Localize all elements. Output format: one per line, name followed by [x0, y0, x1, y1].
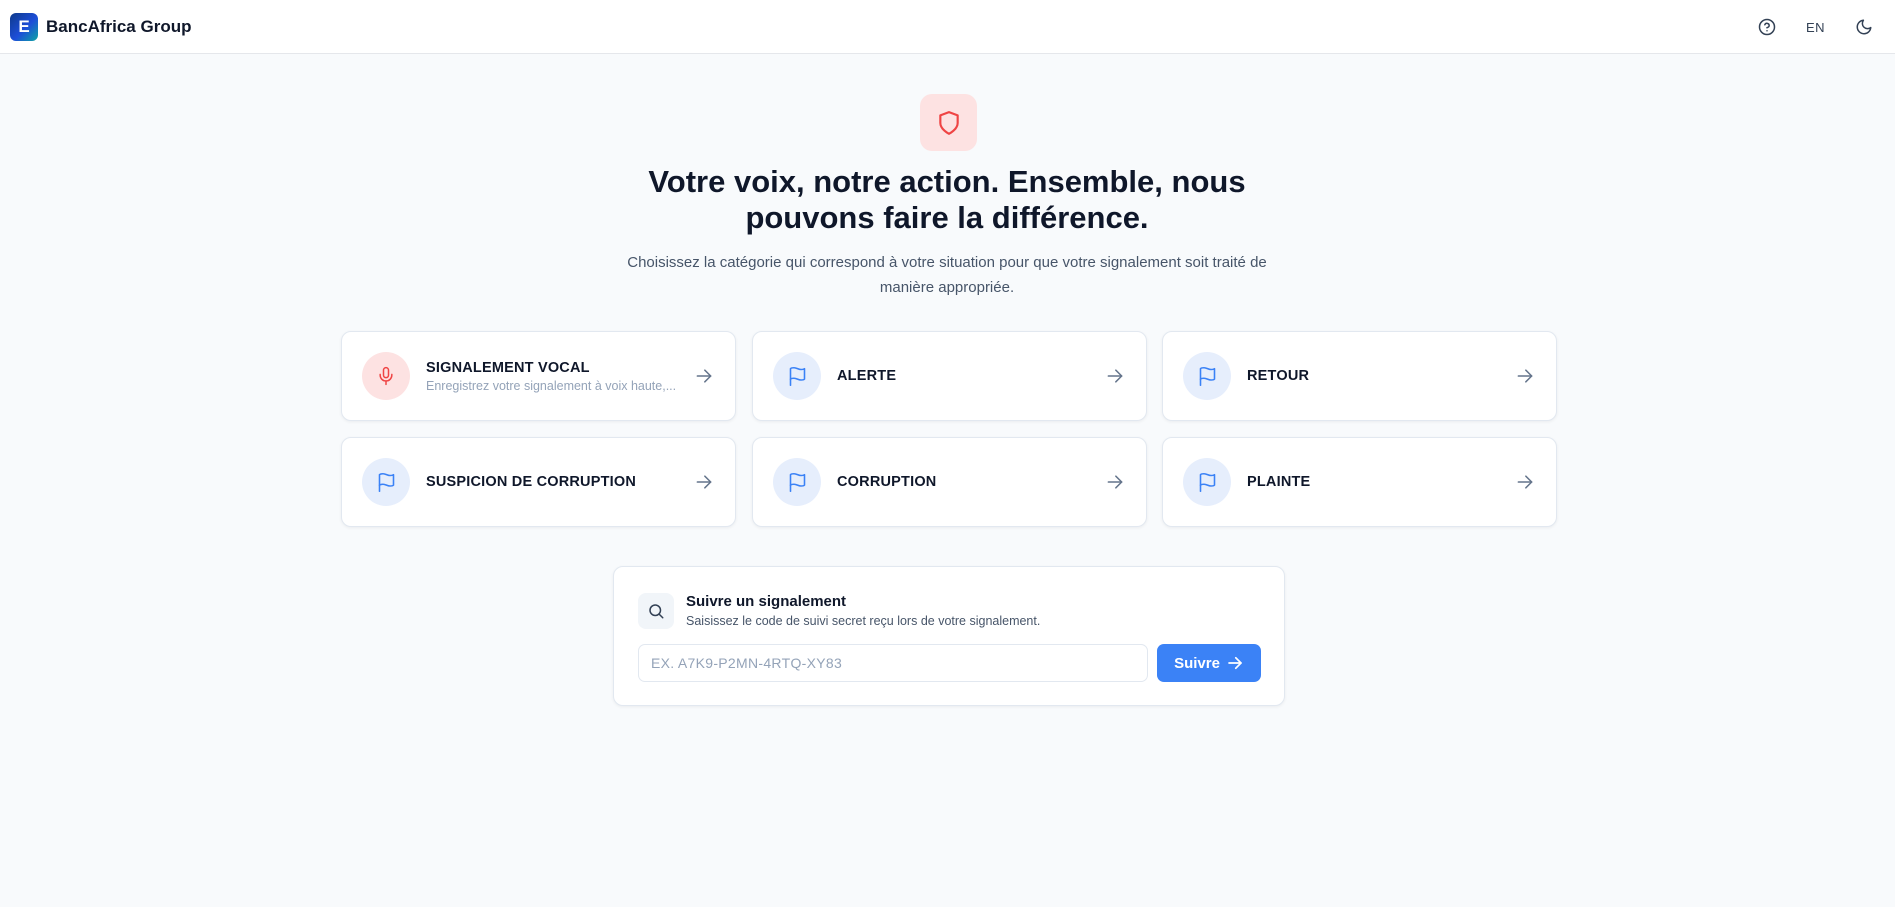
- page-subtitle: Choisissez la catégorie qui correspond à…: [627, 254, 1267, 296]
- shield-icon: [938, 110, 959, 135]
- arrow-right-icon: [1514, 471, 1536, 493]
- brand-logo-letter: E: [18, 16, 30, 36]
- category-card-signalement-vocal[interactable]: SIGNALEMENT VOCAL Enregistrez votre sign…: [341, 331, 736, 421]
- help-icon[interactable]: [1754, 14, 1780, 40]
- category-label: ALERTE: [837, 368, 897, 384]
- arrow-right-icon: [693, 471, 715, 493]
- language-switch[interactable]: EN: [1806, 20, 1825, 35]
- tracking-panel: Suivre un signalement Saisissez le code …: [613, 566, 1285, 706]
- category-description: Enregistrez votre signalement à voix hau…: [426, 378, 677, 393]
- arrow-right-icon: [1228, 656, 1242, 670]
- dark-mode-moon-icon[interactable]: [1851, 14, 1877, 40]
- tracking-code-input[interactable]: [638, 644, 1148, 682]
- search-icon: [638, 593, 674, 629]
- category-label: RETOUR: [1247, 368, 1310, 384]
- category-icon-circle: [362, 352, 410, 400]
- top-header: E BancAfrica Group EN: [0, 0, 1895, 54]
- category-icon-circle: [1183, 352, 1231, 400]
- arrow-right-icon: [1514, 365, 1536, 387]
- category-icon-circle: [773, 352, 821, 400]
- category-label: SIGNALEMENT VOCAL: [426, 359, 590, 376]
- brand-logo-icon[interactable]: E: [10, 12, 38, 41]
- category-card-alerte[interactable]: ALERTE: [752, 331, 1147, 421]
- hero-shield-badge: [920, 94, 977, 151]
- category-card-plainte[interactable]: PLAINTE: [1162, 437, 1557, 527]
- brand-name[interactable]: BancAfrica Group: [46, 17, 191, 37]
- page-title: Votre voix, notre action. Ensemble, nous…: [648, 164, 1246, 235]
- category-card-retour[interactable]: RETOUR: [1162, 331, 1557, 421]
- arrow-right-icon: [693, 365, 715, 387]
- category-label: CORRUPTION: [837, 474, 937, 490]
- microphone-icon: [379, 366, 393, 386]
- tracking-description: Saisissez le code de suivi secret reçu l…: [686, 614, 1041, 628]
- category-card-corruption[interactable]: CORRUPTION: [752, 437, 1147, 527]
- arrow-right-icon: [1104, 471, 1126, 493]
- category-icon-circle: [362, 458, 410, 506]
- category-card-suspicion-de-corruption[interactable]: SUSPICION DE CORRUPTION: [341, 437, 736, 527]
- category-icon-circle: [1183, 458, 1231, 506]
- category-label: PLAINTE: [1247, 474, 1311, 490]
- tracking-title: Suivre un signalement: [686, 593, 847, 610]
- header-actions: EN: [1754, 0, 1877, 54]
- flag-icon: [789, 366, 805, 386]
- flag-icon: [1199, 472, 1215, 492]
- arrow-right-icon: [1104, 365, 1126, 387]
- track-submit-label: Suivre: [1174, 654, 1220, 672]
- category-label: SUSPICION DE CORRUPTION: [426, 474, 637, 490]
- flag-icon: [789, 472, 805, 492]
- category-icon-circle: [773, 458, 821, 506]
- flag-icon: [1199, 366, 1215, 386]
- track-submit-button[interactable]: Suivre: [1157, 644, 1261, 682]
- flag-icon: [378, 472, 394, 492]
